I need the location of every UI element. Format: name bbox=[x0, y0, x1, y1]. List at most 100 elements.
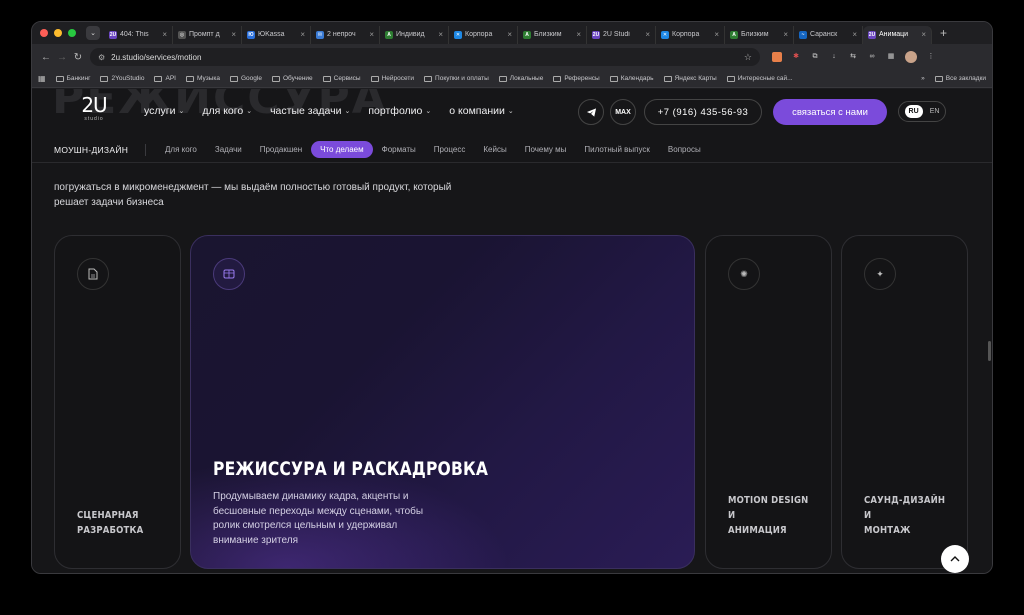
bookmark-item[interactable]: Сервисы bbox=[322, 75, 361, 82]
section-nav-item[interactable]: Задачи bbox=[206, 141, 251, 158]
extension-icon[interactable] bbox=[772, 52, 782, 62]
bookmark-item[interactable]: Обучение bbox=[271, 75, 313, 82]
browser-tab[interactable]: 2U 404: This × bbox=[104, 25, 173, 44]
tab-close-icon[interactable]: × bbox=[783, 30, 788, 39]
lang-en-button[interactable]: EN bbox=[930, 108, 940, 115]
card-script[interactable]: СЦЕНАРНАЯ РАЗРАБОТКА bbox=[54, 235, 181, 569]
menu-item[interactable]: частые задачи ⌄ bbox=[270, 105, 350, 117]
bookmark-item[interactable]: Локальные bbox=[498, 75, 543, 82]
tab-close-icon[interactable]: × bbox=[576, 30, 581, 39]
bookmark-item[interactable]: Банкинг bbox=[55, 75, 91, 82]
contact-us-button[interactable]: связаться с нами bbox=[773, 99, 887, 125]
section-nav-item[interactable]: Почему мы bbox=[516, 141, 576, 158]
bookmark-item[interactable]: Яндекс Карты bbox=[663, 75, 717, 82]
card-sound[interactable]: ✦ САУНД-ДИЗАЙН И МОНТАЖ bbox=[841, 235, 968, 569]
browser-tab[interactable]: ✕ Корпора × bbox=[449, 25, 518, 44]
download-icon[interactable]: ↓ bbox=[829, 52, 839, 62]
section-nav-item[interactable]: Для кого bbox=[156, 141, 206, 158]
folder-icon bbox=[726, 75, 735, 82]
bookmark-item[interactable]: Интересные сай... bbox=[726, 75, 793, 82]
scroll-to-top-button[interactable] bbox=[941, 545, 969, 573]
tab-close-icon[interactable]: × bbox=[369, 30, 374, 39]
folder-icon bbox=[322, 75, 331, 82]
bookmark-item[interactable]: Google bbox=[229, 75, 262, 82]
bookmark-label: Банкинг bbox=[66, 75, 91, 82]
reload-icon[interactable]: ↻ bbox=[70, 52, 86, 63]
menu-item[interactable]: услуги ⌄ bbox=[144, 105, 184, 117]
tab-close-icon[interactable]: × bbox=[714, 30, 719, 39]
browser-tab[interactable]: 2U 2U Studi × bbox=[587, 25, 656, 44]
section-nav-item[interactable]: Пилотный выпуск bbox=[575, 141, 659, 158]
close-window-button[interactable] bbox=[40, 29, 48, 37]
link-icon[interactable]: ∞ bbox=[867, 52, 877, 62]
browser-tab[interactable]: ~ Саранск × bbox=[794, 25, 863, 44]
menu-item[interactable]: для кого ⌄ bbox=[202, 105, 252, 117]
telegram-button[interactable] bbox=[578, 99, 604, 125]
maximize-window-button[interactable] bbox=[68, 29, 76, 37]
apps-grid-icon[interactable]: ▦ bbox=[38, 74, 46, 83]
section-nav-item[interactable]: Вопросы bbox=[659, 141, 710, 158]
page-scrollbar[interactable] bbox=[988, 341, 991, 361]
tab-close-icon[interactable]: × bbox=[921, 30, 926, 39]
browser-tab[interactable]: ✕ Корпора × bbox=[656, 25, 725, 44]
bookmark-item[interactable]: Календарь bbox=[609, 75, 654, 82]
url-text[interactable]: 2u.studio/services/motion bbox=[111, 53, 738, 62]
browser-window: ⌄ 2U 404: This × ◎ Промпт д × Ю ЮKassa × ✉ 2 непро… bbox=[31, 21, 993, 574]
section-nav-item[interactable]: Процесс bbox=[425, 141, 475, 158]
card-direction[interactable]: РЕЖИССУРА И РАСКАДРОВКА Продумываем дина… bbox=[190, 235, 695, 569]
tab-close-icon[interactable]: × bbox=[507, 30, 512, 39]
tab-search-chevron-icon[interactable]: ⌄ bbox=[86, 26, 100, 40]
address-bar[interactable]: ⚙ 2u.studio/services/motion ☆ bbox=[90, 48, 760, 66]
bookmark-item[interactable]: Покупки и оплаты bbox=[424, 75, 489, 82]
menu-item[interactable]: о компании ⌄ bbox=[449, 105, 513, 117]
section-nav-item[interactable]: Что делаем bbox=[311, 141, 373, 158]
all-bookmarks-button[interactable]: Все закладки bbox=[934, 75, 986, 82]
puzzle-icon[interactable]: ⧉ bbox=[810, 52, 820, 62]
tab-close-icon[interactable]: × bbox=[438, 30, 443, 39]
browser-tab[interactable]: A Близким × bbox=[725, 25, 794, 44]
lang-ru-button[interactable]: RU bbox=[904, 105, 923, 118]
back-icon[interactable]: ← bbox=[38, 52, 54, 63]
more-bookmarks-button[interactable]: » bbox=[921, 75, 925, 82]
qr-icon[interactable]: ▦ bbox=[886, 52, 896, 62]
tab-close-icon[interactable]: × bbox=[162, 30, 167, 39]
forward-icon[interactable]: → bbox=[54, 52, 70, 63]
section-nav-item[interactable]: Кейсы bbox=[474, 141, 515, 158]
phone-button[interactable]: +7 (916) 435-56-93 bbox=[644, 99, 762, 125]
profile-avatar[interactable] bbox=[905, 51, 917, 63]
browser-tab[interactable]: ◎ Промпт д × bbox=[173, 25, 242, 44]
bookmark-item[interactable]: Нейросети bbox=[370, 75, 414, 82]
extension-icon[interactable]: ✱ bbox=[791, 52, 801, 62]
translate-icon[interactable]: ⇆ bbox=[848, 52, 858, 62]
web-page: РЕЖИССУРА 2U studio услуги ⌄ для кого ⌄ част… bbox=[32, 89, 992, 573]
browser-tab[interactable]: Ю ЮKassa × bbox=[242, 25, 311, 44]
tab-close-icon[interactable]: × bbox=[645, 30, 650, 39]
bookmark-item[interactable]: 2YouStudio bbox=[100, 75, 144, 82]
max-messenger-button[interactable]: MAX bbox=[610, 99, 636, 125]
bookmark-item[interactable]: API bbox=[154, 75, 176, 82]
browser-tab[interactable]: 2U Анимаци × bbox=[863, 25, 932, 44]
site-logo[interactable]: 2U studio bbox=[74, 94, 114, 122]
tab-close-icon[interactable]: × bbox=[852, 30, 857, 39]
card-motion[interactable]: ✺ MOTION DESIGN И АНИМАЦИЯ bbox=[705, 235, 832, 569]
section-nav-item[interactable]: Форматы bbox=[373, 141, 425, 158]
browser-tab[interactable]: A Близким × bbox=[518, 25, 587, 44]
bookmark-item[interactable]: Референсы bbox=[553, 75, 600, 82]
tab-close-icon[interactable]: × bbox=[300, 30, 305, 39]
bookmark-star-icon[interactable]: ☆ bbox=[744, 52, 752, 63]
bookmark-item[interactable]: Музыка bbox=[185, 75, 220, 82]
bookmark-label: Обучение bbox=[282, 75, 313, 82]
menu-item[interactable]: портфолио ⌄ bbox=[368, 105, 431, 117]
browser-tab[interactable]: ✉ 2 непроч × bbox=[311, 25, 380, 44]
sound-icon: ✦ bbox=[864, 258, 896, 290]
new-tab-button[interactable]: + bbox=[940, 26, 947, 40]
site-info-icon[interactable]: ⚙ bbox=[98, 53, 105, 62]
section-nav-item[interactable]: Продакшен bbox=[251, 141, 311, 158]
menu-item-label: о компании bbox=[449, 105, 505, 117]
browser-tab[interactable]: A Индивид × bbox=[380, 25, 449, 44]
tab-favicon-icon: A bbox=[385, 30, 393, 39]
section-label: МОУШН-ДИЗАЙН bbox=[54, 144, 129, 155]
tab-close-icon[interactable]: × bbox=[231, 30, 236, 39]
minimize-window-button[interactable] bbox=[54, 29, 62, 37]
menu-kebab-icon[interactable]: ⋮ bbox=[926, 52, 936, 62]
